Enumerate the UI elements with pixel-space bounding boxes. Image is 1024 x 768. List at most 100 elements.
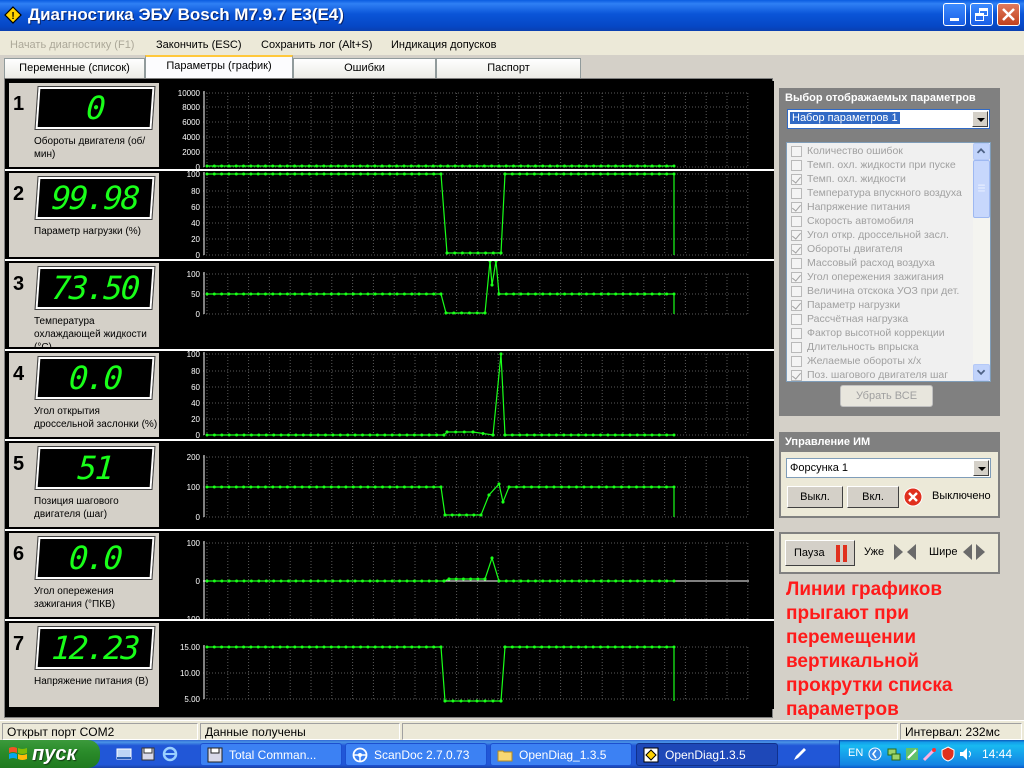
param-checkbox-item[interactable]: Величина отскока УОЗ при дет.	[791, 285, 976, 299]
actuator-select[interactable]: Форсунка 1	[786, 458, 991, 478]
checkbox[interactable]	[791, 328, 802, 339]
checkbox[interactable]	[791, 370, 802, 381]
param-checkbox-item[interactable]: Температура впускного воздуха	[791, 187, 976, 201]
chevron-down-icon[interactable]	[973, 460, 989, 476]
checkbox[interactable]	[791, 216, 802, 227]
checkbox[interactable]	[791, 202, 802, 213]
checkbox[interactable]	[791, 258, 802, 269]
sample-point	[657, 485, 661, 489]
actuator-off-button[interactable]: Выкл.	[787, 486, 843, 508]
wider-button[interactable]	[962, 543, 986, 561]
checkbox[interactable]	[791, 188, 802, 199]
maximize-button[interactable]	[970, 3, 993, 26]
param-checkbox-item[interactable]: Массовый расход воздуха	[791, 257, 976, 271]
param-checkbox-item[interactable]: Длительность впрыска	[791, 341, 976, 355]
row-number: 1	[13, 93, 25, 115]
sample-point	[459, 699, 463, 703]
sample-point	[366, 292, 370, 296]
checkbox[interactable]	[791, 300, 802, 311]
sample-point	[329, 292, 333, 296]
param-checkbox-item[interactable]: Обороты двигателя	[791, 243, 976, 257]
language-indicator[interactable]: EN	[848, 747, 863, 759]
param-checkbox-item[interactable]: Скорость автомобиля	[791, 215, 976, 229]
windows-flag-icon	[9, 747, 27, 760]
chevron-down-icon[interactable]	[972, 111, 988, 127]
checkbox[interactable]	[791, 314, 802, 325]
actuator-control-group: Управление ИМ Форсунка 1 Выкл. Вкл. Выкл…	[779, 432, 1000, 518]
checkbox[interactable]	[791, 272, 802, 283]
task-scandoc[interactable]: ScanDoc 2.7.0.73	[345, 743, 487, 766]
close-button[interactable]	[997, 3, 1020, 26]
sample-point	[497, 164, 501, 168]
param-checkbox-item[interactable]: Рассчётная нагрузка	[791, 313, 976, 327]
tab-parameters-chart[interactable]: Параметры (график)	[145, 55, 293, 78]
param-checkbox-item[interactable]: Параметр нагрузки	[791, 299, 976, 313]
param-checkbox-item[interactable]: Напряжение питания	[791, 201, 976, 215]
sample-point	[344, 172, 348, 176]
checkbox[interactable]	[791, 174, 802, 185]
tray-expand-icon[interactable]	[868, 745, 882, 763]
param-checkbox-item[interactable]: Угол опережения зажигания	[791, 271, 976, 285]
checkbox[interactable]	[791, 244, 802, 255]
sample-point	[395, 485, 399, 489]
pause-button[interactable]: Пауза	[785, 540, 855, 566]
parameter-chart: 100 50 0	[187, 261, 749, 319]
param-checkbox-item[interactable]: Темп. охл. жидкости при пуске	[791, 159, 976, 173]
remove-all-button[interactable]: Убрать ВСЕ	[840, 385, 933, 407]
show-desktop-icon[interactable]	[116, 746, 132, 762]
checkbox[interactable]	[791, 160, 802, 171]
network-icon[interactable]	[886, 746, 902, 762]
task-total-commander[interactable]: Total Comman...	[200, 743, 342, 766]
tab-variables-list[interactable]: Переменные (список)	[4, 58, 145, 78]
param-checkbox-item[interactable]: Количество ошибок	[791, 145, 976, 159]
value-display: 73.50	[34, 266, 156, 310]
tray-app-icon[interactable]	[904, 746, 920, 762]
param-set-select[interactable]: Набор параметров 1	[787, 109, 990, 129]
param-label: Обороты двигателя	[807, 243, 903, 255]
checkbox[interactable]	[791, 146, 802, 157]
task-opendiag-app[interactable]: OpenDiag1.3.5	[636, 743, 778, 766]
param-checkbox-item[interactable]: Угол откр. дроссельной засл.	[791, 229, 976, 243]
param-checkbox-item[interactable]: Темп. охл. жидкости	[791, 173, 976, 187]
floppy-icon[interactable]	[140, 746, 156, 762]
minimize-button[interactable]	[943, 3, 966, 26]
sample-point	[417, 172, 421, 176]
narrower-button[interactable]	[893, 543, 917, 561]
tray-tool-icon[interactable]	[922, 746, 938, 762]
pen-icon[interactable]	[792, 746, 808, 762]
param-checkbox-item[interactable]: Желаемые обороты х/х	[791, 355, 976, 369]
scroll-down-button[interactable]	[973, 364, 990, 381]
actuator-on-button[interactable]: Вкл.	[847, 486, 899, 508]
task-opendiag-folder[interactable]: OpenDiag_1.3.5	[490, 743, 632, 766]
status-data: Данные получены	[200, 723, 400, 740]
sample-point	[256, 645, 260, 649]
sample-point	[387, 164, 391, 168]
sample-point	[577, 433, 580, 437]
tab-errors[interactable]: Ошибки	[293, 58, 436, 78]
scroll-thumb[interactable]	[973, 160, 990, 218]
security-shield-icon[interactable]	[940, 746, 956, 762]
checkbox[interactable]	[791, 230, 802, 241]
start-button[interactable]: пуск	[0, 740, 100, 768]
internet-explorer-icon[interactable]	[162, 746, 178, 762]
param-checkbox-item[interactable]: Поз. шагового двигателя шаг	[791, 369, 976, 381]
sample-point	[256, 164, 260, 168]
checkbox[interactable]	[791, 342, 802, 353]
scroll-up-button[interactable]	[973, 143, 990, 160]
menu-tolerance-indication[interactable]: Индикация допусков	[391, 39, 496, 51]
sample-point	[665, 433, 669, 437]
menu-start-diagnostics[interactable]: Начать диагностику (F1)	[10, 39, 134, 51]
menu-save-log[interactable]: Сохранить лог (Alt+S)	[261, 39, 372, 51]
menu-finish[interactable]: Закончить (ESC)	[156, 39, 242, 51]
checkbox[interactable]	[791, 286, 802, 297]
params-scrollbar[interactable]	[973, 143, 990, 381]
tab-passport[interactable]: Паспорт	[436, 58, 581, 78]
param-checkbox-item[interactable]: Фактор высотной коррекции	[791, 327, 976, 341]
checkbox[interactable]	[791, 356, 802, 367]
sample-point	[563, 164, 566, 168]
system-tray: EN 14:44	[839, 740, 1024, 768]
parameter-info: 6 0.0 Угол опережения зажигания (°ПКВ)	[9, 533, 159, 617]
volume-icon[interactable]	[958, 746, 974, 762]
sample-point	[264, 292, 267, 296]
params-checklist[interactable]: Поз. шагового двигателя шаг Желаемые обор…	[786, 142, 991, 382]
